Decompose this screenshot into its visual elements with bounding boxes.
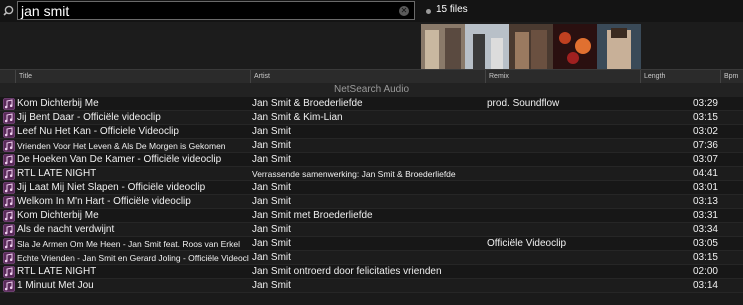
column-header: Title Artist Remix Length Bpm [0,69,743,84]
track-title: Als de nacht verdwijnt [17,224,115,235]
music-note-icon [3,210,15,222]
track-title: RTL LATE NIGHT [17,168,97,179]
track-row[interactable]: Als de nacht verdwijnt Jan Smit 03:34 [0,223,743,237]
track-artist: Jan Smit [252,280,291,291]
video-thumbnail[interactable] [509,24,553,69]
track-title: De Hoeken Van De Kamer - Officiële video… [17,154,222,165]
search-bar: jan smit ✕ 15 files [0,0,743,22]
video-thumbnail[interactable] [421,24,465,69]
track-artist: Jan Smit [252,154,291,165]
track-row[interactable]: Jij Laat Mij Niet Slapen - Officiële vid… [0,181,743,195]
track-length: 03:02 [692,126,718,137]
track-artist: Jan Smit met Broederliefde [252,210,373,221]
clear-icon[interactable]: ✕ [399,6,409,16]
music-note-icon [3,112,15,124]
track-length: 03:05 [692,238,718,249]
music-note-icon [3,266,15,278]
track-artist: Jan Smit [252,196,291,207]
track-length: 03:13 [692,196,718,207]
track-row[interactable]: Leef Nu Het Kan - Officiele Videoclip Jan… [0,125,743,139]
track-row[interactable]: RTL LATE NIGHT Verrassende samenwerking: … [0,167,743,181]
track-title: Jij Laat Mij Niet Slapen - Officiële vid… [17,182,206,193]
track-title: Sla Je Armen Om Me Heen - Jan Smit feat.… [17,239,240,249]
music-note-icon [3,224,15,236]
video-thumbnail[interactable] [465,24,509,69]
track-title: Jij Bent Daar - Officiële videoclip [17,112,161,123]
column-icon-header [0,70,15,83]
column-title[interactable]: Title [15,70,250,83]
track-row[interactable]: Sla Je Armen Om Me Heen - Jan Smit feat.… [0,237,743,251]
column-artist[interactable]: Artist [250,70,485,83]
video-thumbnail[interactable] [553,24,597,69]
track-length: 03:34 [692,224,718,235]
track-artist: Jan Smit [252,182,291,193]
track-row[interactable]: Kom Dichterbij Me Jan Smit & Broederliefd… [0,97,743,111]
track-row[interactable]: Kom Dichterbij Me Jan Smit met Broederlie… [0,209,743,223]
track-title: Vrienden Voor Het Leven & Als De Morgen … [17,141,226,151]
track-artist: Jan Smit [252,238,291,249]
files-count: 15 files [436,4,468,15]
music-note-icon [3,252,15,264]
track-artist: Jan Smit [252,252,291,263]
track-title: Kom Dichterbij Me [17,98,99,109]
video-thumbnail[interactable] [597,24,641,69]
track-length: 03:31 [692,210,718,221]
track-artist: Verrassende samenwerking: Jan Smit & Bro… [252,169,456,179]
track-row[interactable]: Jij Bent Daar - Officiële videoclip Jan S… [0,111,743,125]
track-title: Leef Nu Het Kan - Officiele Videoclip [17,126,179,137]
track-artist: Jan Smit [252,140,291,151]
music-note-icon [3,98,15,110]
track-length: 03:14 [692,280,718,291]
track-artist: Jan Smit [252,126,291,137]
track-artist: Jan Smit [252,224,291,235]
search-input[interactable]: jan smit ✕ [17,1,415,20]
column-remix[interactable]: Remix [485,70,640,83]
column-length[interactable]: Length [640,70,720,83]
music-note-icon [3,154,15,166]
track-row[interactable]: Vrienden Voor Het Leven & Als De Morgen … [0,139,743,153]
track-length: 03:15 [692,252,718,263]
track-row[interactable]: RTL LATE NIGHT Jan Smit ontroerd door fel… [0,265,743,279]
track-length: 07:36 [692,140,718,151]
track-artist: Jan Smit & Kim-Lian [252,112,343,123]
music-note-icon [3,182,15,194]
search-query[interactable]: jan smit [21,2,69,20]
track-row[interactable]: 1 Minuut Met Jou Jan Smit 03:14 [0,279,743,293]
track-title: RTL LATE NIGHT [17,266,97,277]
track-title: 1 Minuut Met Jou [17,280,94,291]
track-length: 03:07 [692,154,718,165]
music-note-icon [3,196,15,208]
track-length: 04:41 [692,168,718,179]
track-length: 03:29 [692,98,718,109]
column-bpm[interactable]: Bpm [720,70,743,83]
track-remix: Officiële Videoclip [487,238,567,249]
group-label: NetSearch Audio [0,83,743,97]
track-row[interactable]: De Hoeken Van De Kamer - Officiële video… [0,153,743,167]
track-title: Echte Vrienden - Jan Smit en Gerard Joli… [17,253,249,263]
music-note-icon [3,238,15,250]
thumbnail-strip [421,24,641,69]
music-note-icon [3,126,15,138]
track-row[interactable]: Echte Vrienden - Jan Smit en Gerard Joli… [0,251,743,265]
track-artist: Jan Smit & Broederliefde [252,98,363,109]
music-note-icon [3,140,15,152]
track-row[interactable]: Welkom In M'n Hart - Officiële videoclip… [0,195,743,209]
music-note-icon [3,280,15,292]
track-length: 03:15 [692,112,718,123]
status-dot-icon [426,9,431,14]
track-list: Kom Dichterbij Me Jan Smit & Broederliefd… [0,97,743,293]
track-length: 03:01 [692,182,718,193]
track-remix: prod. Soundflow [487,98,560,109]
track-artist: Jan Smit ontroerd door felicitaties vrie… [252,266,442,277]
search-icon[interactable] [3,4,17,18]
track-title: Welkom In M'n Hart - Officiële videoclip [17,196,191,207]
music-note-icon [3,168,15,180]
track-length: 02:00 [692,266,718,277]
track-title: Kom Dichterbij Me [17,210,99,221]
